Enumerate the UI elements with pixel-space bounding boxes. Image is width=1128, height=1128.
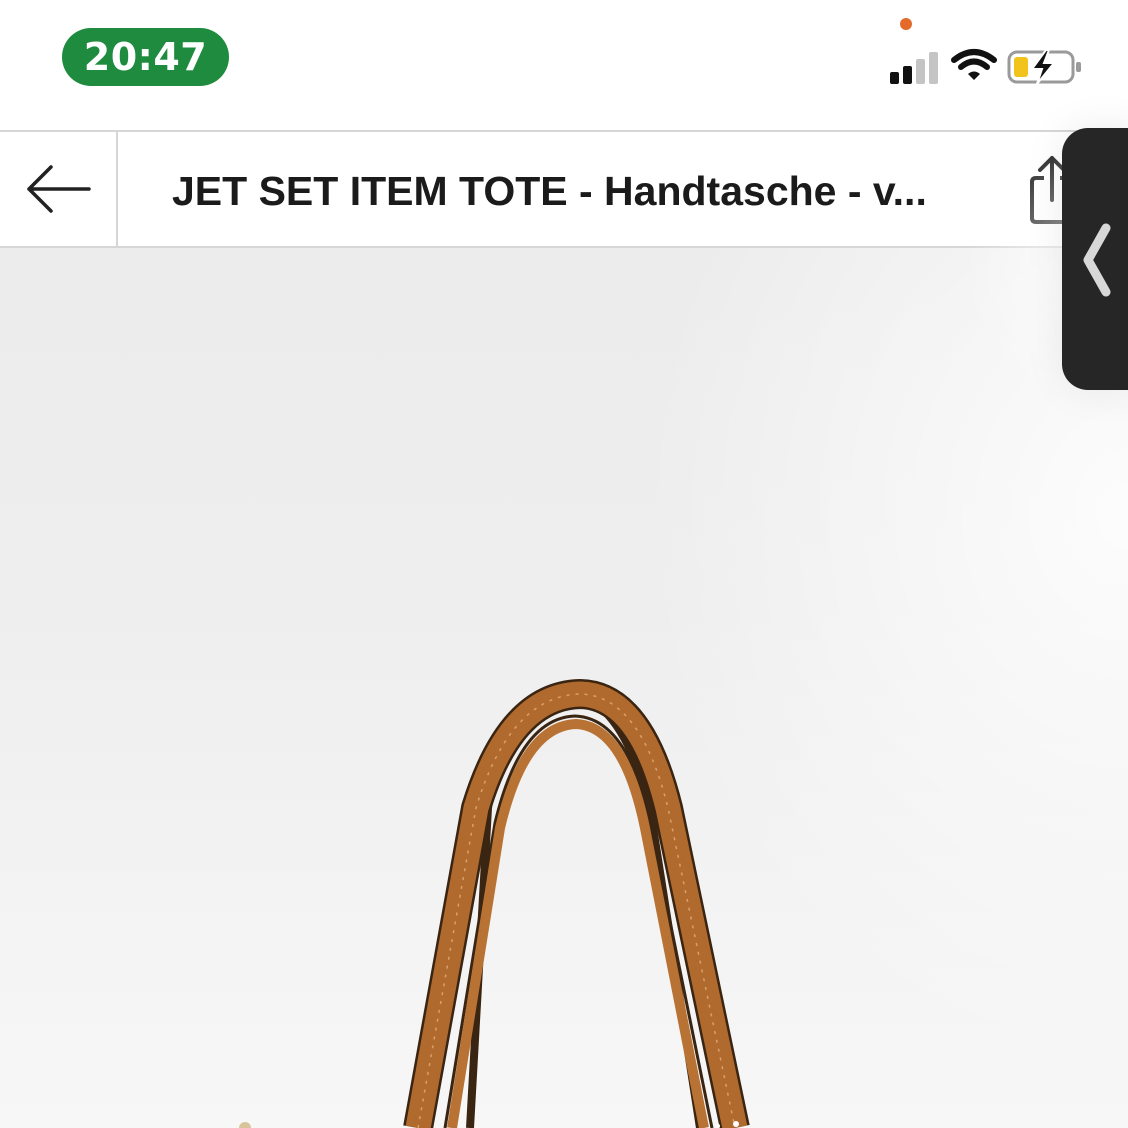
status-time[interactable]: 20:47	[62, 28, 229, 86]
chevron-left-icon	[1083, 223, 1111, 297]
back-button[interactable]	[0, 132, 118, 246]
product-page: 20:47 JET SET ITEM TOTE - Handtasche - v…	[0, 0, 1128, 1128]
arrow-left-icon	[27, 165, 91, 213]
page-title: JET SET ITEM TOTE - Handtasche - v...	[172, 168, 927, 214]
handbag-image	[239, 679, 750, 1128]
privacy-indicator-dot	[900, 18, 912, 30]
side-drawer-handle[interactable]	[1062, 128, 1128, 390]
status-bar: 20:47	[0, 0, 1128, 130]
product-image[interactable]	[0, 248, 1128, 1128]
wifi-icon	[951, 49, 997, 80]
battery-charging-icon	[1007, 49, 1081, 85]
navigation-bar: JET SET ITEM TOTE - Handtasche - v...	[0, 130, 1128, 248]
cellular-signal-icon	[890, 52, 938, 84]
